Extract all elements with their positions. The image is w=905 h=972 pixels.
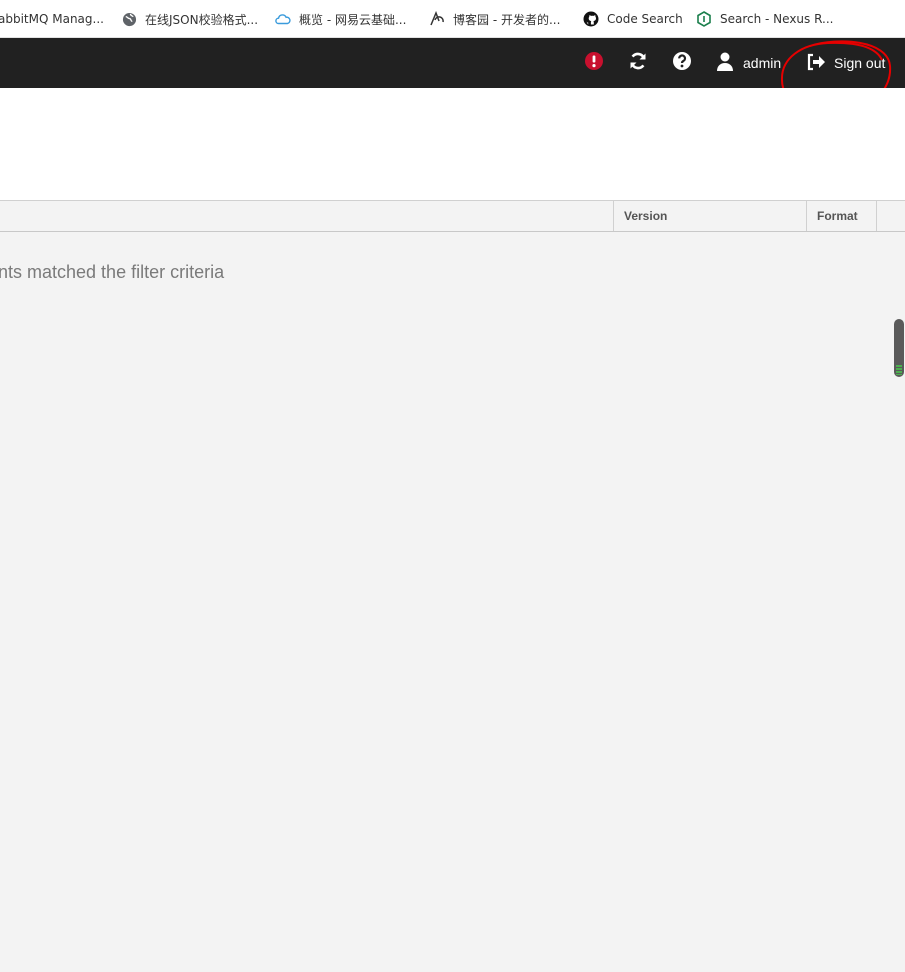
github-icon bbox=[583, 11, 599, 27]
refresh-icon bbox=[628, 51, 648, 76]
sign-out-label: Sign out bbox=[834, 55, 886, 71]
bookmark-code-search[interactable]: Code Search bbox=[583, 10, 683, 28]
alert-icon bbox=[584, 51, 604, 76]
bookmark-label: 在线JSON校验格式... bbox=[145, 12, 259, 27]
grid-header: Version Format bbox=[0, 200, 905, 232]
user-menu[interactable]: admin bbox=[716, 52, 781, 74]
help-icon bbox=[672, 51, 692, 76]
bookmark-rabbitmq[interactable]: abbitMQ Manag... bbox=[0, 10, 104, 28]
sign-out-button[interactable]: Sign out bbox=[806, 52, 885, 74]
bookmark-label: 概览 - 网易云基础... bbox=[299, 12, 407, 27]
sign-out-icon bbox=[806, 53, 826, 74]
bookmark-netease-cloud[interactable]: 概览 - 网易云基础... bbox=[275, 10, 406, 28]
empty-grid-message: nts matched the filter criteria bbox=[0, 262, 225, 282]
column-header-format[interactable]: Format bbox=[806, 201, 876, 231]
bookmark-label: 博客园 - 开发者的... bbox=[453, 12, 561, 27]
cnblogs-icon bbox=[429, 11, 445, 27]
app-header-bar: admin Sign out bbox=[0, 38, 905, 88]
content-header-area bbox=[0, 88, 905, 200]
bookmark-label: Code Search bbox=[607, 12, 683, 26]
bookmark-label: Search - Nexus R... bbox=[720, 12, 834, 26]
help-button[interactable] bbox=[671, 51, 693, 76]
globe-icon bbox=[121, 11, 137, 27]
bookmark-nexus-search[interactable]: Search - Nexus R... bbox=[696, 10, 833, 28]
bookmark-label: abbitMQ Manag... bbox=[0, 12, 104, 26]
bookmark-cnblogs[interactable]: 博客园 - 开发者的... bbox=[429, 10, 560, 28]
column-label: Format bbox=[817, 209, 858, 223]
username-label: admin bbox=[743, 55, 782, 71]
vertical-scrollbar[interactable] bbox=[894, 319, 904, 377]
refresh-button[interactable] bbox=[627, 52, 649, 74]
bookmarks-bar: abbitMQ Manag... 在线JSON校验格式... 概览 - 网易云基… bbox=[0, 0, 905, 38]
column-header-extra[interactable] bbox=[876, 201, 905, 231]
column-label: Version bbox=[624, 209, 668, 223]
bookmark-json-validator[interactable]: 在线JSON校验格式... bbox=[121, 10, 258, 28]
cloud-icon bbox=[275, 11, 291, 27]
column-header-version[interactable]: Version bbox=[613, 201, 806, 231]
scrollbar-grip bbox=[896, 365, 902, 375]
alert-button[interactable] bbox=[583, 51, 605, 76]
user-icon bbox=[716, 52, 734, 74]
nexus-icon bbox=[696, 11, 712, 27]
